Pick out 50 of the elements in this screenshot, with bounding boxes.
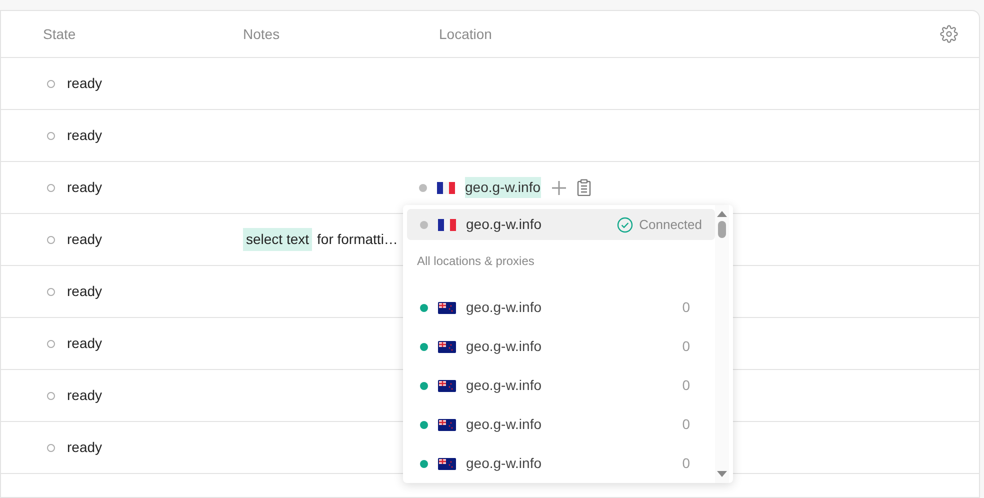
flag-icon (438, 340, 456, 352)
state-icon (47, 80, 55, 88)
flag-icon (438, 418, 456, 430)
state-text: ready (67, 74, 104, 93)
state-icon (47, 444, 55, 452)
flag-icon (438, 458, 456, 470)
state-text: ready (67, 438, 104, 457)
scrollbar[interactable] (715, 205, 729, 483)
scroll-up-icon[interactable] (717, 211, 727, 217)
dropdown-item[interactable]: geo.g-w.info Connected (407, 209, 715, 240)
dropdown-item[interactable]: geo.g-w.info 0 (407, 405, 715, 444)
connection-status: Connected (639, 216, 702, 234)
check-circle-icon (617, 216, 634, 232)
plus-icon[interactable] (550, 180, 566, 196)
state-icon (47, 340, 55, 348)
count-text: 0 (682, 298, 690, 317)
count-text: 0 (682, 454, 690, 473)
clipboard-icon[interactable] (576, 179, 590, 196)
dropdown-item[interactable]: geo.g-w.info 0 (407, 327, 715, 366)
count-text: 0 (682, 337, 690, 356)
section-title: All locations & proxies (417, 253, 536, 270)
scroll-thumb[interactable] (718, 221, 726, 238)
note-text: for formatti… (317, 230, 398, 249)
count-text: 0 (682, 376, 690, 395)
location-host[interactable]: geo.g-w.info (465, 177, 540, 198)
state-text: ready (67, 178, 104, 197)
flag-icon (437, 182, 455, 194)
state-icon (47, 392, 55, 400)
dropdown-item[interactable]: geo.g-w.info 0 (407, 444, 715, 483)
scroll-down-icon[interactable] (717, 471, 727, 477)
dropdown-item[interactable]: geo.g-w.info 0 (407, 288, 715, 327)
flag-icon (438, 302, 456, 314)
flag-icon (438, 218, 456, 230)
column-header: State (43, 24, 77, 44)
state-text: ready (67, 334, 104, 353)
flag-icon (438, 380, 456, 392)
state-icon (47, 184, 55, 192)
dropdown-item[interactable]: geo.g-w.info 0 (407, 366, 715, 405)
settings-icon[interactable] (940, 25, 958, 43)
highlighted-text: select text (243, 228, 312, 251)
column-header: Notes (243, 24, 281, 44)
state-text: ready (67, 126, 104, 145)
state-text: ready (67, 386, 104, 405)
state-text: ready (67, 282, 104, 301)
state-text: ready (67, 230, 104, 249)
count-text: 0 (682, 415, 690, 434)
state-icon (47, 288, 55, 296)
state-icon (47, 236, 55, 244)
state-icon (47, 132, 55, 140)
column-header: Location (439, 24, 492, 44)
